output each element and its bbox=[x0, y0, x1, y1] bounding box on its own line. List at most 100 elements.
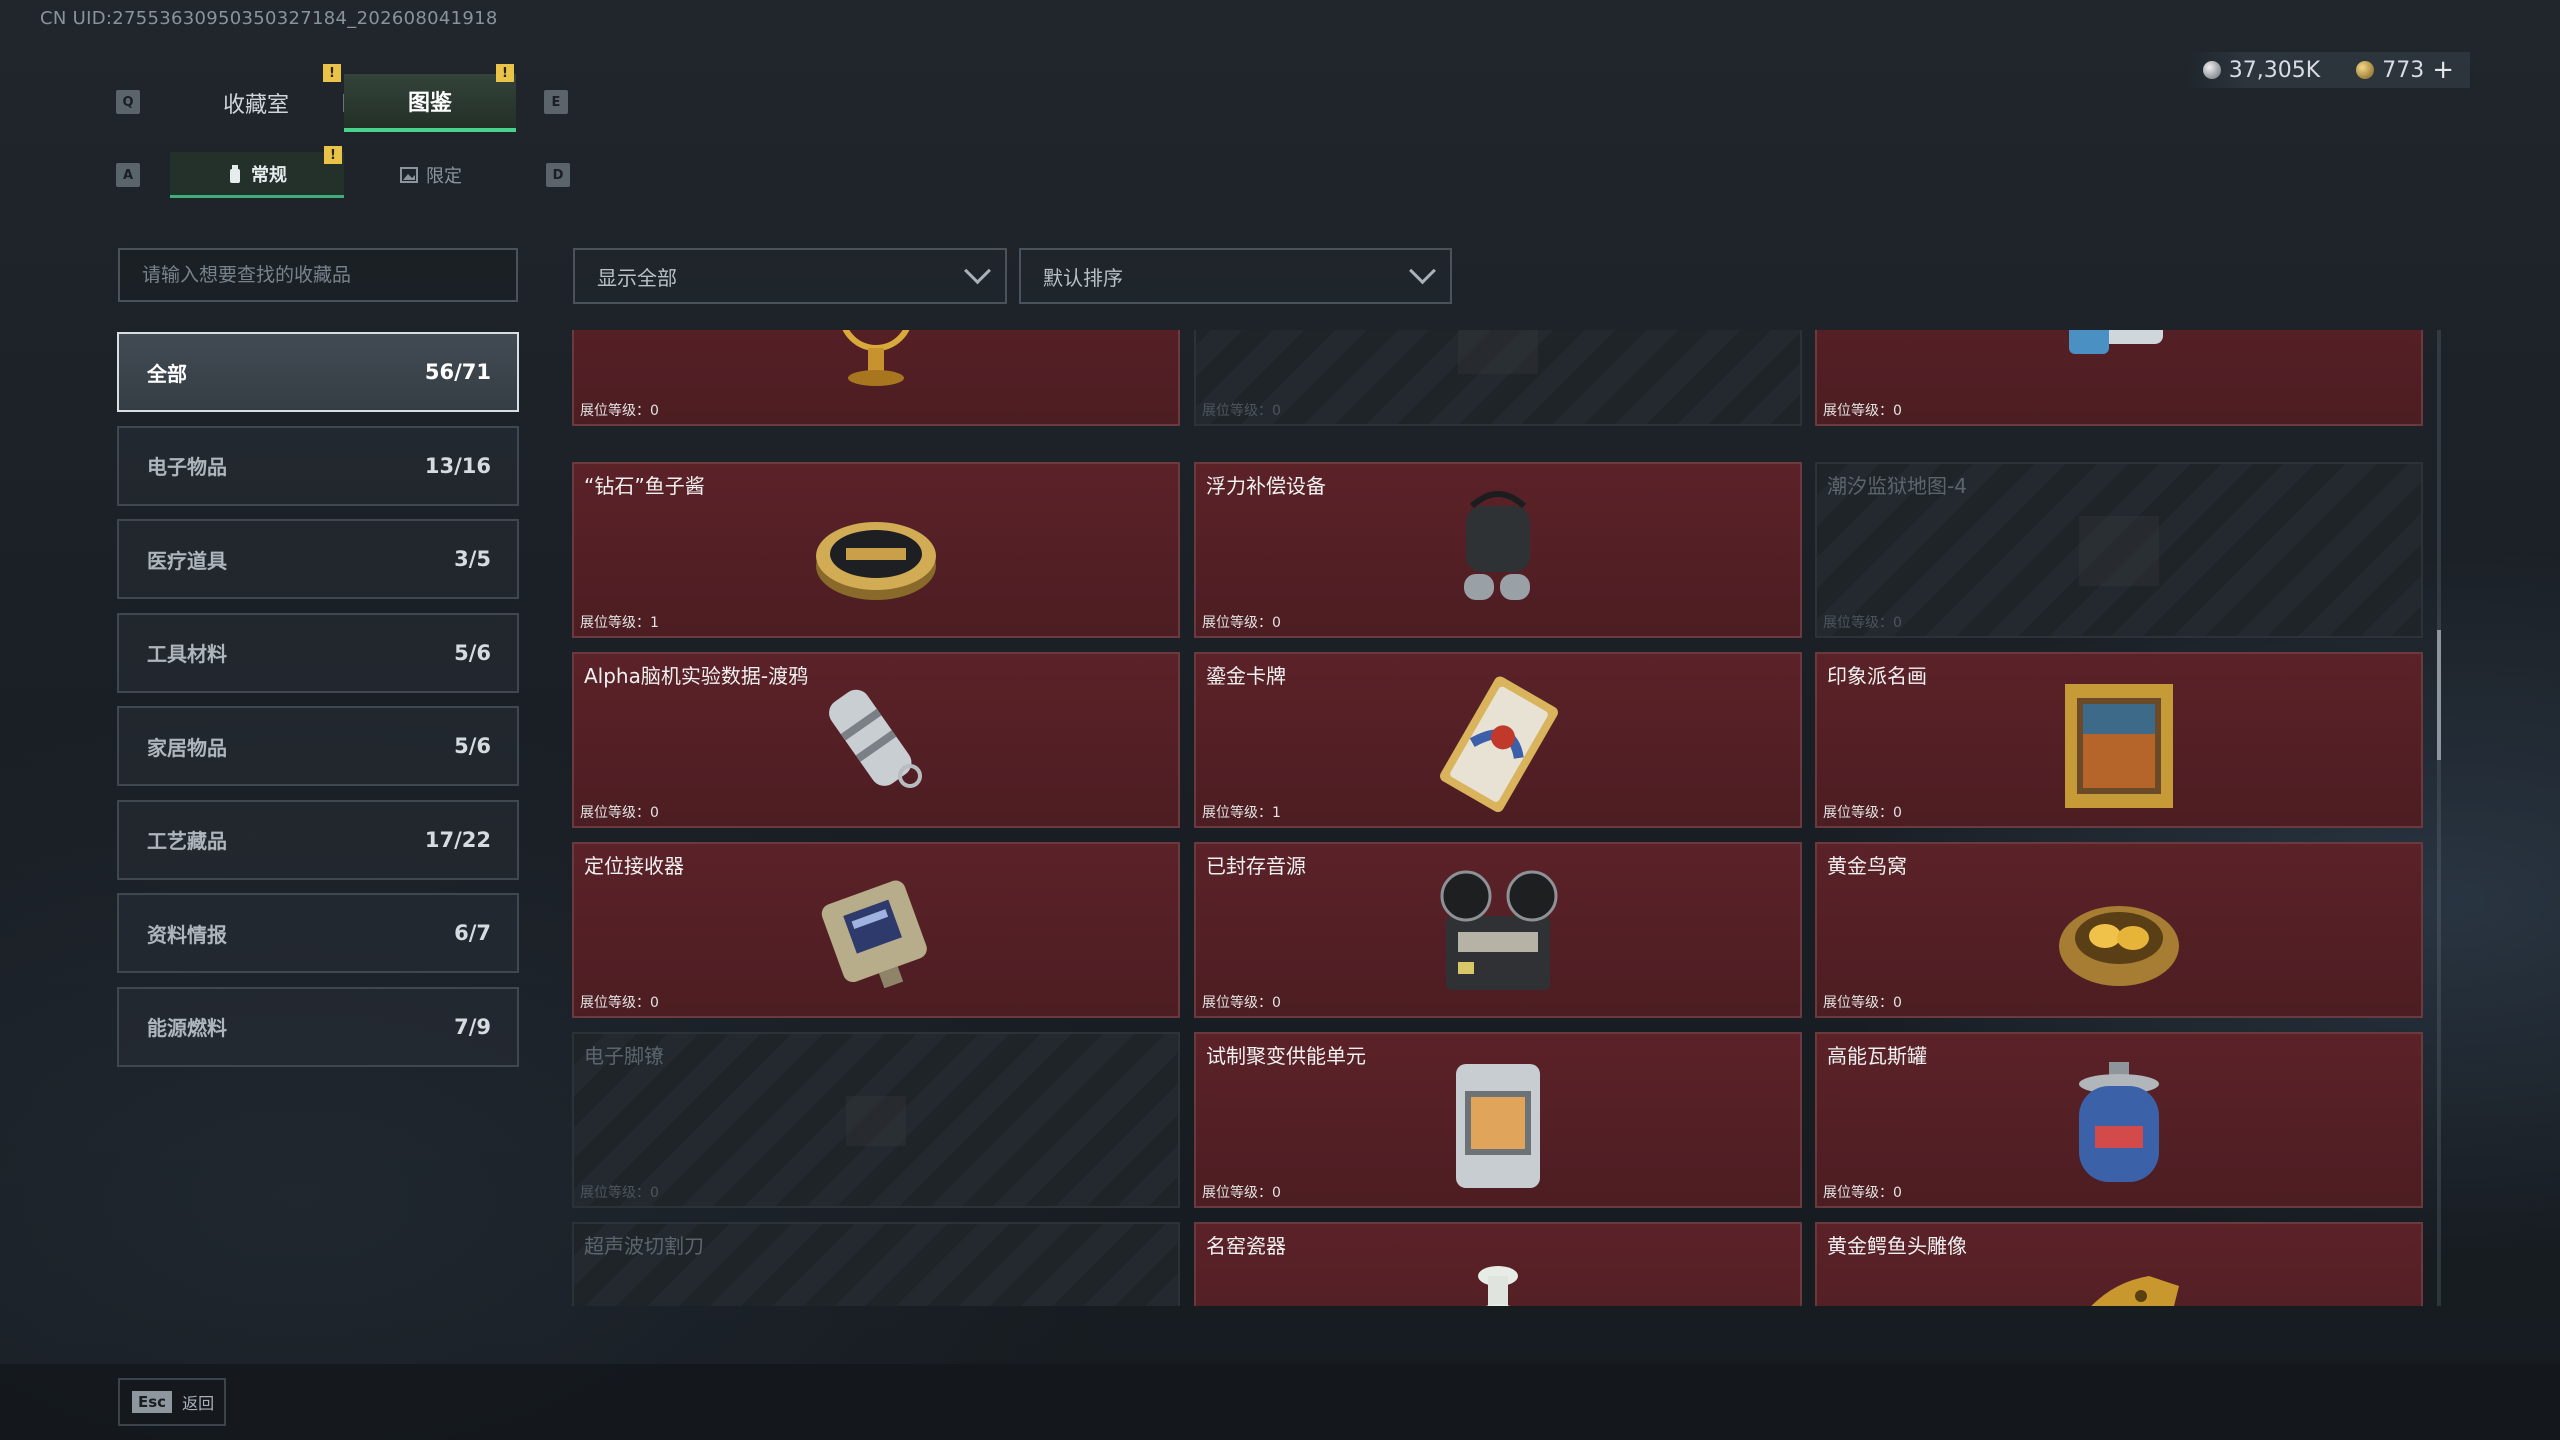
card-display-level: 展位等级：0 bbox=[580, 995, 659, 1011]
collection-card[interactable]: 已封存音源展位等级：0 bbox=[1194, 842, 1802, 1018]
back-button[interactable]: Esc 返回 bbox=[118, 1378, 226, 1426]
card-title: 名窑瓷器 bbox=[1206, 1234, 1286, 1258]
key-hint-a: A bbox=[116, 163, 140, 187]
category-count: 17/22 bbox=[424, 827, 491, 852]
search-input[interactable] bbox=[118, 248, 518, 302]
category-label: 工具材料 bbox=[147, 642, 227, 666]
card-display-level: 展位等级：0 bbox=[1202, 403, 1281, 419]
collection-card[interactable]: 黄金鸟窝 展位等级：0 bbox=[1815, 842, 2423, 1018]
collection-card[interactable]: 展位等级：0 bbox=[1194, 330, 1802, 426]
category-count: 7/9 bbox=[454, 1014, 491, 1039]
card-title: 印象派名画 bbox=[1827, 664, 1927, 688]
gold-card-icon bbox=[1440, 676, 1558, 813]
image-icon bbox=[400, 167, 418, 183]
collection-card[interactable]: “钻石”鱼子酱 展位等级：1 bbox=[572, 462, 1180, 638]
golden-nest-icon bbox=[2059, 906, 2179, 986]
filter-dropdown-value: 显示全部 bbox=[597, 265, 677, 290]
scrollbar-thumb[interactable] bbox=[2437, 630, 2441, 760]
porcelain-icon bbox=[1478, 1266, 1518, 1306]
category-item[interactable]: 电子物品 13/16 bbox=[117, 425, 519, 506]
category-label: 医疗道具 bbox=[147, 548, 227, 573]
collection-card[interactable]: 印象派名画 展位等级：0 bbox=[1815, 652, 2423, 828]
collection-screen: CN UID:27553630950350327184_202608041918… bbox=[0, 0, 2560, 1440]
category-item[interactable]: 医疗道具 3/5 bbox=[117, 519, 519, 599]
silver-currency: 37,305K bbox=[2202, 57, 2321, 83]
bottle-icon bbox=[230, 164, 240, 183]
category-label: 电子物品 bbox=[147, 455, 227, 479]
filter-dropdown[interactable]: 显示全部 bbox=[573, 248, 1007, 304]
footer-bar bbox=[0, 1364, 2560, 1440]
key-hint-q: Q bbox=[116, 90, 140, 114]
category-label: 全部 bbox=[147, 361, 187, 386]
collection-card[interactable]: 浮力补偿设备 展位等级：0 bbox=[1194, 462, 1802, 638]
category-count: 56/71 bbox=[424, 360, 491, 384]
category-item[interactable]: 家居物品 5/6 bbox=[117, 706, 519, 786]
key-hint-e: E bbox=[544, 90, 568, 114]
collection-card[interactable]: 试制聚变供能单元 展位等级：0 bbox=[1194, 1032, 1802, 1208]
category-item[interactable]: 工具材料 5/6 bbox=[117, 612, 519, 693]
category-label: 家居物品 bbox=[147, 735, 227, 760]
collection-card[interactable]: 电子脚镣 展位等级：0 bbox=[572, 1032, 1180, 1208]
card-display-level: 展位等级：0 bbox=[1202, 995, 1281, 1011]
collection-card[interactable]: Alpha脑机实验数据-渡鸦展位等级：0 bbox=[572, 652, 1180, 828]
fusion-unit-icon bbox=[1456, 1064, 1540, 1188]
collection-card[interactable]: 超声波切割刀 bbox=[572, 1222, 1180, 1306]
key-hint-d: D bbox=[546, 163, 570, 187]
collection-card[interactable]: 展位等级：0 bbox=[1815, 330, 2423, 426]
card-display-level: 展位等级：1 bbox=[1202, 805, 1281, 821]
card-title: Alpha脑机实验数据-渡鸦 bbox=[584, 664, 809, 688]
card-title: 黄金鳄鱼头雕像 bbox=[1827, 1234, 1967, 1258]
card-display-level: 展位等级：0 bbox=[1823, 1185, 1902, 1201]
cutter-icon bbox=[806, 1246, 946, 1306]
collection-card[interactable]: 名窑瓷器 bbox=[1194, 1222, 1802, 1306]
collection-card[interactable]: 展位等级：0 bbox=[572, 330, 1180, 426]
data-cylinder-icon bbox=[829, 689, 922, 788]
category-count: 13/16 bbox=[424, 453, 491, 478]
chevron-down-icon bbox=[1409, 256, 1436, 284]
collection-card[interactable]: 潮汐监狱地图-4 展位等级：0 bbox=[1815, 462, 2423, 638]
currency-bar: 37,305K 773 + bbox=[2186, 52, 2470, 88]
tab-limited[interactable]: 限定 bbox=[346, 152, 516, 198]
tab-regular[interactable]: 常规 bbox=[170, 152, 344, 198]
sort-dropdown[interactable]: 默认排序 bbox=[1019, 248, 1452, 304]
tab-codex[interactable]: 图鉴 bbox=[344, 74, 516, 132]
scrollbar-track[interactable] bbox=[2437, 330, 2441, 1306]
card-display-level: 展位等级：0 bbox=[580, 805, 659, 821]
silver-coin-icon bbox=[2202, 61, 2221, 79]
card-title: 鎏金卡牌 bbox=[1206, 664, 1286, 688]
card-title: 试制聚变供能单元 bbox=[1206, 1044, 1366, 1068]
card-display-level: 展位等级：0 bbox=[1202, 615, 1281, 631]
map-icon bbox=[1458, 330, 1538, 374]
tab-regular-label: 常规 bbox=[251, 164, 287, 186]
gas-canister-icon bbox=[2079, 1062, 2159, 1182]
sort-dropdown-value: 默认排序 bbox=[1043, 265, 1123, 290]
category-item[interactable]: 资料情报 6/7 bbox=[117, 893, 519, 973]
category-count: 6/7 bbox=[454, 921, 491, 945]
chevron-down-icon bbox=[964, 256, 991, 284]
tab-limited-label: 限定 bbox=[426, 166, 462, 187]
new-badge-collection: ! bbox=[323, 64, 341, 82]
category-item[interactable]: 全部 56/71 bbox=[117, 332, 519, 412]
ankle-monitor-icon bbox=[846, 1096, 906, 1146]
card-title: 已封存音源 bbox=[1206, 854, 1306, 878]
card-display-level: 展位等级：0 bbox=[580, 403, 659, 419]
receiver-icon bbox=[821, 880, 927, 989]
tape-recorder-icon bbox=[1440, 870, 1558, 990]
silver-amount: 37,305K bbox=[2228, 57, 2321, 83]
card-title: 潮汐监狱地图-4 bbox=[1827, 474, 1967, 498]
collection-card[interactable]: 高能瓦斯罐 展位等级：0 bbox=[1815, 1032, 2423, 1208]
collection-card[interactable]: 鎏金卡牌展位等级：1 bbox=[1194, 652, 1802, 828]
collection-card[interactable]: 定位接收器 展位等级：0 bbox=[572, 842, 1180, 1018]
collection-card[interactable]: 黄金鳄鱼头雕像 bbox=[1815, 1222, 2423, 1306]
category-label: 能源燃料 bbox=[147, 1016, 227, 1040]
tab-collection-room[interactable]: 收藏室 bbox=[170, 74, 342, 132]
card-display-level: 展位等级：0 bbox=[1823, 995, 1902, 1011]
card-title: 超声波切割刀 bbox=[584, 1234, 704, 1258]
add-currency-button[interactable]: + bbox=[2432, 55, 2454, 85]
card-title: “钻石”鱼子酱 bbox=[584, 474, 705, 498]
caviar-tin-icon bbox=[816, 522, 936, 600]
collection-grid: 展位等级：0 展位等级：0 展位等级：0 “钻石”鱼子酱 展位等级：1 浮力补偿设备 展位等… bbox=[570, 330, 2430, 1306]
back-label: 返回 bbox=[182, 1394, 215, 1413]
category-item[interactable]: 能源燃料 7/9 bbox=[117, 986, 519, 1067]
category-item[interactable]: 工艺藏品 17/22 bbox=[117, 799, 519, 880]
